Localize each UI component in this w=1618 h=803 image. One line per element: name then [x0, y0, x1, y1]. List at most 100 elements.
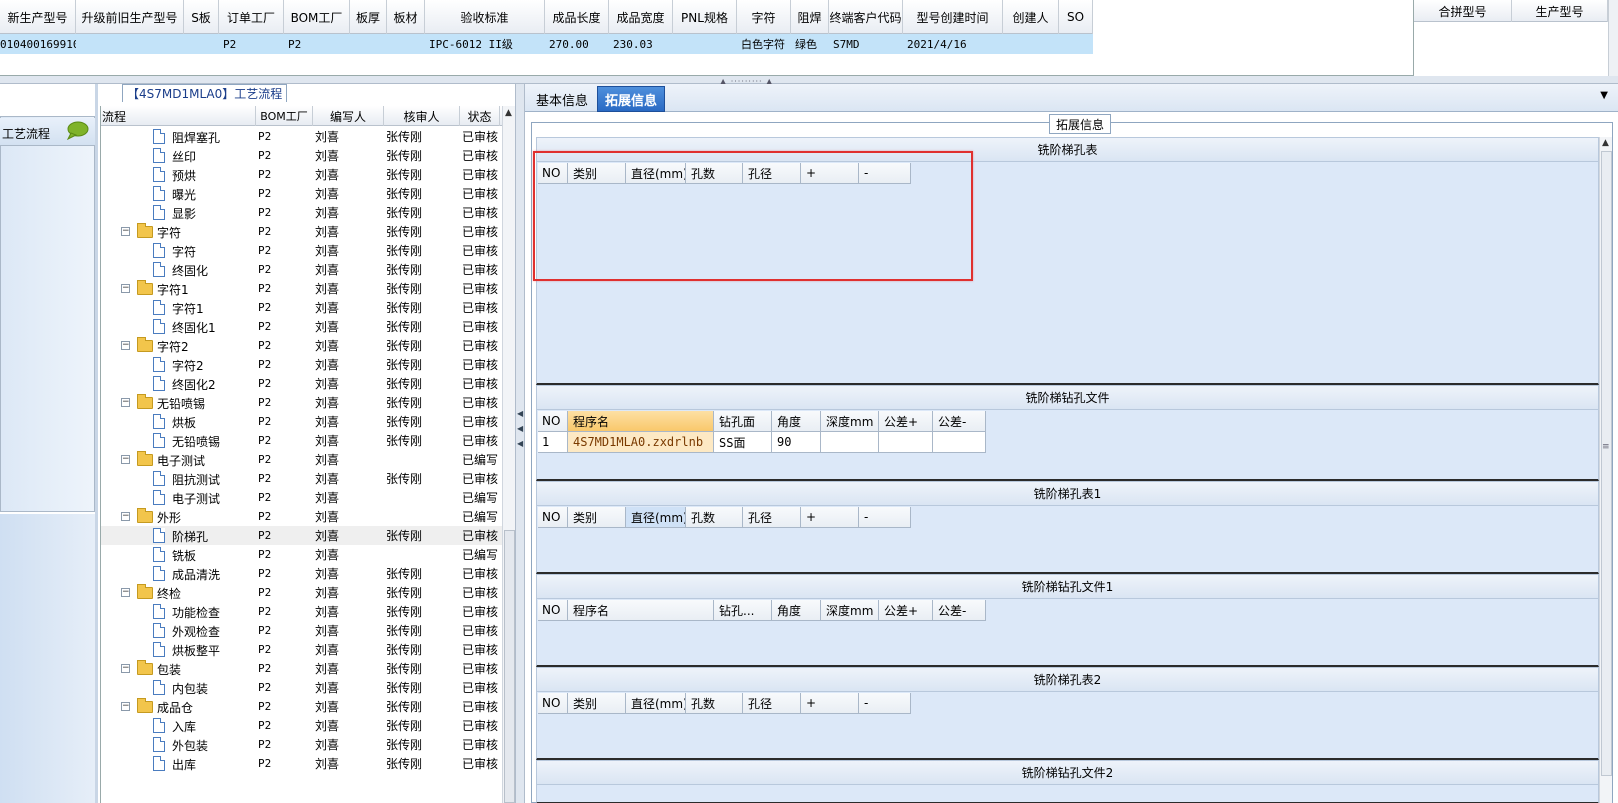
process-step-row[interactable]: − 电子测试 P2 刘喜 已编写	[101, 450, 503, 469]
table-cell[interactable]: SS面	[714, 432, 772, 453]
process-step-row[interactable]: − 成品仓 P2 刘喜 张传刚 已审核	[101, 697, 503, 716]
column-header[interactable]: 成品长度	[545, 0, 609, 34]
table-cell[interactable]	[879, 432, 933, 453]
column-header[interactable]: NO	[538, 600, 568, 621]
process-step-row[interactable]: 终固化1 P2 刘喜 张传刚 已审核	[101, 317, 503, 336]
table-cell[interactable]	[821, 432, 879, 453]
process-step-row[interactable]: − 字符 P2 刘喜 张传刚 已审核	[101, 222, 503, 241]
process-step-row[interactable]: 外包装 P2 刘喜 张传刚 已审核	[101, 735, 503, 754]
tab-dropdown-icon[interactable]: ▼	[1600, 90, 1608, 101]
column-header[interactable]: 类别	[568, 163, 626, 184]
column-header[interactable]: 创建人	[1003, 0, 1059, 34]
process-step-row[interactable]: 显影 P2 刘喜 张传刚 已审核	[101, 203, 503, 222]
process-step-row[interactable]: 烘板整平 P2 刘喜 张传刚 已审核	[101, 640, 503, 659]
process-step-row[interactable]: 字符1 P2 刘喜 张传刚 已审核	[101, 298, 503, 317]
collapse-left-icon[interactable]: ◀	[517, 424, 523, 433]
extended-scrollbar[interactable]: ▲ ≡	[1599, 137, 1612, 803]
column-header[interactable]: 角度	[772, 411, 821, 432]
column-header[interactable]: 程序名	[568, 600, 714, 621]
column-header[interactable]: NO	[538, 163, 568, 184]
column-header[interactable]: 孔数	[686, 163, 743, 184]
process-step-row[interactable]: 出库 P2 刘喜 张传刚 已审核	[101, 754, 503, 773]
column-header[interactable]: 新生产型号	[0, 0, 76, 34]
column-header[interactable]: 订单工厂	[219, 0, 284, 34]
process-step-row[interactable]: 字符2 P2 刘喜 张传刚 已审核	[101, 355, 503, 374]
column-header[interactable]: 合拼型号	[1414, 0, 1512, 22]
process-step-row[interactable]: 成品清洗 P2 刘喜 张传刚 已审核	[101, 564, 503, 583]
column-header[interactable]: -	[859, 693, 911, 714]
table-cell[interactable]: 90	[772, 432, 821, 453]
column-header[interactable]: 钻孔...	[714, 600, 772, 621]
column-header[interactable]: BOM工厂	[256, 106, 313, 126]
column-header[interactable]: 直径(mm)	[626, 163, 686, 184]
collapse-toggle-icon[interactable]: −	[121, 455, 130, 464]
column-header[interactable]: 程序名	[568, 411, 714, 432]
scroll-up-icon[interactable]: ▲	[505, 108, 512, 118]
speech-bubble-icon[interactable]	[65, 120, 89, 140]
process-step-row[interactable]: − 包装 P2 刘喜 张传刚 已审核	[101, 659, 503, 678]
horizontal-splitter[interactable]: ▲ ········· ▲	[0, 76, 1618, 86]
process-step-row[interactable]: − 终检 P2 刘喜 张传刚 已审核	[101, 583, 503, 602]
column-header[interactable]: 公差-	[933, 600, 986, 621]
collapse-left-icon[interactable]: ◀	[517, 439, 523, 448]
column-header[interactable]: 孔数	[686, 507, 743, 528]
tab-basic-info[interactable]: 基本信息	[529, 86, 595, 112]
nav-item-process[interactable]: 工艺流程	[0, 118, 95, 146]
collapse-toggle-icon[interactable]: −	[121, 588, 130, 597]
column-header[interactable]: 钻孔面	[714, 411, 772, 432]
column-header[interactable]: 类别	[568, 693, 626, 714]
process-step-row[interactable]: 字符 P2 刘喜 张传刚 已审核	[101, 241, 503, 260]
process-step-row[interactable]: 曝光 P2 刘喜 张传刚 已审核	[101, 184, 503, 203]
column-header[interactable]: 升级前旧生产型号	[76, 0, 184, 34]
collapse-toggle-icon[interactable]: −	[121, 341, 130, 350]
column-header[interactable]: BOM工厂	[284, 0, 350, 34]
column-header[interactable]: NO	[538, 693, 568, 714]
process-step-row[interactable]: 无铅喷锡 P2 刘喜 张传刚 已审核	[101, 431, 503, 450]
process-step-row[interactable]: 入库 P2 刘喜 张传刚 已审核	[101, 716, 503, 735]
collapse-left-icon[interactable]: ◀	[517, 409, 523, 418]
column-header[interactable]: 板材	[387, 0, 425, 34]
process-step-row[interactable]: − 无铅喷锡 P2 刘喜 张传刚 已审核	[101, 393, 503, 412]
column-header[interactable]: -	[859, 163, 911, 184]
table-cell[interactable]: 1	[538, 432, 568, 453]
process-step-row[interactable]: 功能检查 P2 刘喜 张传刚 已审核	[101, 602, 503, 621]
column-header[interactable]: 编写人	[313, 106, 384, 126]
column-header[interactable]: 流程	[101, 106, 256, 126]
vertical-splitter[interactable]: ◀ ◀ ◀	[515, 84, 525, 803]
process-step-row[interactable]: 预烘 P2 刘喜 张传刚 已审核	[101, 165, 503, 184]
process-step-row[interactable]: 阶梯孔 P2 刘喜 张传刚 已审核	[101, 526, 503, 545]
process-step-row[interactable]: − 字符2 P2 刘喜 张传刚 已审核	[101, 336, 503, 355]
column-header[interactable]: 直径(mm)	[626, 507, 686, 528]
process-step-row[interactable]: 电子测试 P2 刘喜 已编写	[101, 488, 503, 507]
process-step-row[interactable]: 终固化2 P2 刘喜 张传刚 已审核	[101, 374, 503, 393]
column-header[interactable]: 型号创建时间	[903, 0, 1003, 34]
column-header[interactable]: 角度	[772, 600, 821, 621]
column-header[interactable]: 字符	[737, 0, 791, 34]
column-header[interactable]: 直径(mm)	[626, 693, 686, 714]
collapse-toggle-icon[interactable]: −	[121, 284, 130, 293]
process-step-row[interactable]: − 外形 P2 刘喜 已编写	[101, 507, 503, 526]
column-header[interactable]: 孔径	[743, 163, 801, 184]
process-step-row[interactable]: 丝印 P2 刘喜 张传刚 已审核	[101, 146, 503, 165]
process-step-row[interactable]: 阻抗测试 P2 刘喜 张传刚 已审核	[101, 469, 503, 488]
column-header[interactable]: 阻焊	[791, 0, 829, 34]
collapse-toggle-icon[interactable]: −	[121, 664, 130, 673]
process-tree-scrollbar[interactable]: ▲	[502, 106, 515, 803]
column-header[interactable]: NO	[538, 507, 568, 528]
merge-grid-scrollbar[interactable]	[1608, 0, 1618, 80]
column-header[interactable]: +	[801, 507, 859, 528]
scroll-thumb[interactable]	[1601, 151, 1612, 776]
scroll-up-icon[interactable]: ▲	[1602, 138, 1609, 148]
section-grid-row[interactable]: 1 4S7MD1MLA0.zxdrlnb SS面 90	[538, 432, 986, 453]
process-step-row[interactable]: 外观检查 P2 刘喜 张传刚 已审核	[101, 621, 503, 640]
column-header[interactable]: 公差+	[879, 411, 933, 432]
collapse-toggle-icon[interactable]: −	[121, 398, 130, 407]
column-header[interactable]: 孔径	[743, 693, 801, 714]
column-header[interactable]: +	[801, 693, 859, 714]
collapse-toggle-icon[interactable]: −	[121, 227, 130, 236]
process-step-row[interactable]: 烘板 P2 刘喜 张传刚 已审核	[101, 412, 503, 431]
column-header[interactable]: 成品宽度	[609, 0, 673, 34]
process-step-row[interactable]: 铣板 P2 刘喜 已编写	[101, 545, 503, 564]
column-header[interactable]: S板	[184, 0, 219, 34]
column-header[interactable]: 终端客户代码	[829, 0, 903, 34]
